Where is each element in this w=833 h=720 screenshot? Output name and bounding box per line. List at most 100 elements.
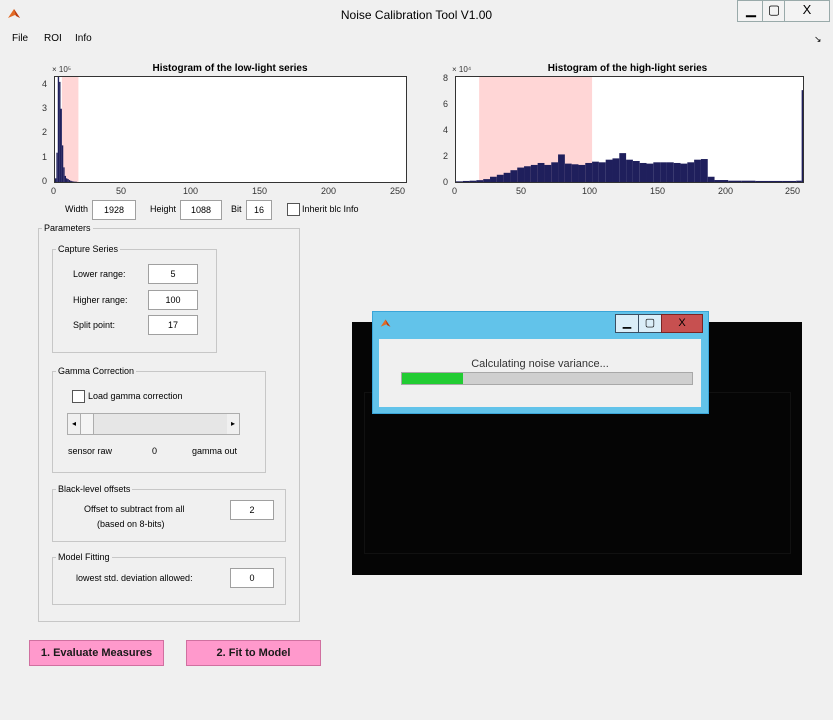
high-xtick: 200 — [718, 186, 734, 196]
high-xtick: 150 — [650, 186, 666, 196]
high-xtick: 50 — [516, 186, 527, 196]
slider-left-arrow-icon[interactable]: ◂ — [68, 414, 80, 434]
high-histogram-bar — [646, 163, 654, 182]
high-ytick: 0 — [443, 177, 449, 187]
evaluate-measures-button[interactable]: 1. Evaluate Measures — [29, 640, 164, 666]
height-label: Height — [150, 204, 177, 214]
high-ytick: 2 — [443, 151, 449, 161]
low-histogram-bar — [66, 178, 68, 182]
fit-to-model-button[interactable]: 2. Fit to Model — [186, 640, 321, 666]
offset-input[interactable]: 2 — [230, 500, 274, 520]
high-histogram-bar — [578, 164, 586, 182]
high-histogram-bar — [680, 163, 688, 182]
high-histogram-bar — [476, 180, 484, 182]
dialog-close-button[interactable]: X — [661, 314, 703, 333]
high-histogram-bar — [801, 90, 803, 182]
high-histogram-bar — [619, 153, 627, 182]
high-histogram-axes — [455, 76, 804, 183]
close-button[interactable]: X — [784, 0, 830, 22]
width-input[interactable]: 1928 — [92, 200, 136, 220]
inherit-blc-checkbox[interactable] — [287, 203, 300, 216]
high-histogram-bar — [544, 164, 552, 182]
low-histogram-bar — [57, 77, 60, 182]
high-ytick: 6 — [443, 99, 449, 109]
low-histogram-bar — [63, 167, 65, 182]
high-histogram-bar — [496, 174, 504, 182]
bit-label: Bit — [231, 204, 242, 214]
menu-file[interactable]: File — [12, 33, 28, 44]
height-input[interactable]: 1088 — [180, 200, 222, 220]
high-histogram-bar — [517, 167, 525, 182]
lowest-std-input[interactable]: 0 — [230, 568, 274, 588]
gamma-value-label: 0 — [152, 446, 158, 456]
high-histogram-bar — [612, 158, 620, 182]
high-histogram-bar — [558, 154, 565, 182]
low-ytick: 1 — [42, 152, 48, 162]
high-histogram-bar — [673, 162, 681, 182]
high-histogram-bar — [639, 162, 647, 182]
slider-right-arrow-icon[interactable]: ▸ — [227, 414, 239, 434]
gamma-correction-title: Gamma Correction — [56, 366, 137, 376]
title-bar: Noise Calibration Tool V1.00 — [0, 0, 833, 30]
dock-arrow-icon[interactable]: ↘ — [814, 34, 822, 45]
minimize-button[interactable]: ▁ — [737, 0, 765, 22]
higher-range-input[interactable]: 100 — [148, 290, 198, 310]
high-histogram-title: Histogram of the high-light series — [547, 63, 708, 74]
dialog-minimize-button[interactable]: ▁ — [615, 314, 639, 333]
progress-bar-fill — [402, 373, 463, 384]
low-ytick: 4 — [42, 79, 48, 89]
lowest-std-label: lowest std. deviation allowed: — [76, 573, 193, 583]
inherit-blc-label: Inherit blc Info — [302, 204, 359, 214]
progress-bar — [401, 372, 693, 385]
low-xtick: 0 — [51, 186, 57, 196]
offset-sublabel: (based on 8-bits) — [97, 519, 165, 529]
load-gamma-checkbox[interactable] — [72, 390, 85, 403]
low-xtick: 250 — [390, 186, 406, 196]
gamma-slider[interactable]: ◂ ▸ — [67, 413, 240, 435]
low-histogram-bar — [55, 178, 57, 182]
low-histogram-axes — [54, 76, 407, 183]
parameters-title: Parameters — [42, 223, 93, 233]
high-histogram-bar — [490, 176, 497, 182]
high-histogram-bar — [796, 180, 802, 182]
low-histogram-bar — [56, 152, 58, 182]
progress-message: Calculating noise variance... — [471, 358, 609, 370]
maximize-button[interactable]: ▢ — [762, 0, 786, 22]
load-gamma-label: Load gamma correction — [88, 391, 183, 401]
high-histogram-bar — [707, 176, 715, 182]
lower-range-input[interactable]: 5 — [148, 264, 198, 284]
high-histogram-bar — [585, 162, 593, 182]
high-histogram-bar — [700, 159, 708, 182]
high-histogram-bar — [632, 161, 640, 182]
slider-thumb[interactable] — [80, 414, 94, 434]
high-histogram-bar — [598, 162, 606, 182]
low-histogram-bar — [59, 81, 61, 182]
high-histogram-bar — [456, 181, 463, 182]
low-ytick: 2 — [42, 127, 48, 137]
high-histogram-bar — [469, 180, 477, 182]
dialog-maximize-button[interactable]: ▢ — [638, 314, 662, 333]
low-histogram-bar — [61, 145, 64, 182]
menu-roi[interactable]: ROI — [44, 33, 62, 44]
low-xtick: 50 — [116, 186, 127, 196]
low-xtick: 200 — [321, 186, 337, 196]
low-histogram-exponent: × 10⁵ — [52, 65, 72, 74]
menu-info[interactable]: Info — [75, 33, 92, 44]
sensor-raw-label: sensor raw — [68, 446, 113, 456]
bit-input[interactable]: 16 — [246, 200, 272, 220]
width-label: Width — [65, 204, 89, 214]
high-histogram-bar — [653, 162, 661, 182]
high-histogram-bar — [605, 159, 613, 182]
high-histogram-bar — [551, 162, 559, 182]
split-point-input[interactable]: 17 — [148, 315, 198, 335]
low-histogram-bar — [67, 179, 69, 182]
progress-dialog: ▁ ▢ X Calculating noise variance... — [372, 311, 709, 414]
high-histogram-bar — [687, 162, 695, 182]
image-content — [364, 392, 791, 554]
high-ytick: 8 — [443, 73, 449, 83]
high-histogram-bar — [660, 162, 667, 182]
high-histogram-bar — [530, 164, 538, 182]
low-xtick: 100 — [183, 186, 199, 196]
split-point-label: Split point: — [73, 320, 116, 330]
high-histogram-bar — [714, 180, 729, 182]
